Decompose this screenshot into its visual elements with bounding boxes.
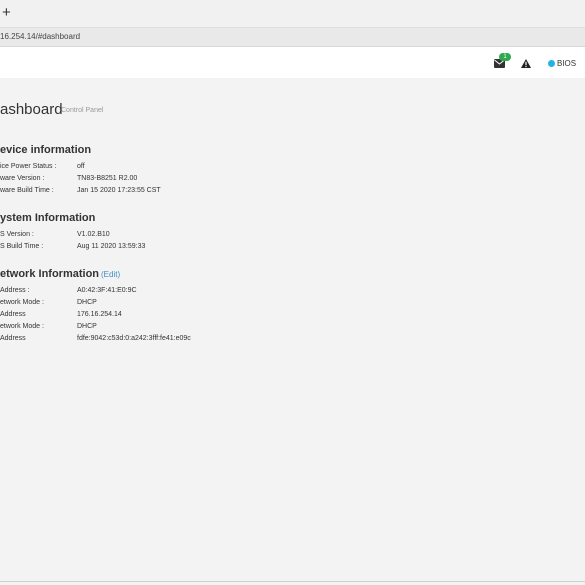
edit-network-link[interactable]: (Edit) <box>101 270 120 279</box>
system-info-title: ystem Information <box>0 212 96 224</box>
mac-address-label: Address : <box>0 287 30 294</box>
bios-status-dot <box>548 60 555 67</box>
bottom-divider <box>0 581 585 582</box>
page-subtitle: Control Panel <box>61 107 104 114</box>
url-text[interactable]: 16.254.14/#dashboard <box>0 32 80 41</box>
ipv4-address-value: 176.16.254.14 <box>77 311 122 318</box>
bios-link[interactable]: BIOS <box>557 59 576 68</box>
new-tab-button[interactable]: + <box>2 5 11 20</box>
ipv6-address-value: fdfe:9042:c53d:0:a242:3fff:fe41:e09c <box>77 335 191 342</box>
page-title: ashboard <box>0 101 63 118</box>
bios-version-label: S Version : <box>0 231 34 238</box>
firmware-build-time-value: Jan 15 2020 17:23:55 CST <box>77 187 161 194</box>
ipv4-network-mode-value: DHCP <box>77 299 97 306</box>
device-power-status-label: ice Power Status : <box>0 163 57 170</box>
warning-icon[interactable] <box>521 59 531 68</box>
ipv4-address-label: Address <box>0 311 26 318</box>
bios-build-time-label: S Build Time : <box>0 243 44 250</box>
ipv6-address-label: Address <box>0 335 26 342</box>
browser-tab-strip: + <box>0 0 585 28</box>
network-info-title-text: etwork Information <box>0 268 100 280</box>
firmware-version-label: ware Version : <box>0 175 45 182</box>
mac-address-value: A0:42:3F:41:E0:9C <box>77 287 137 294</box>
ipv4-network-mode-label: etwork Mode : <box>0 299 44 306</box>
ipv6-network-mode-label: etwork Mode : <box>0 323 44 330</box>
ipv6-network-mode-value: DHCP <box>77 323 97 330</box>
address-bar[interactable]: 16.254.14/#dashboard <box>0 28 585 47</box>
bios-version-value: V1.02.B10 <box>77 231 110 238</box>
firmware-version-value: TN83-B8251 R2.00 <box>77 175 138 182</box>
network-info-title: etwork Information (Edit) <box>0 268 120 280</box>
device-power-status-value: off <box>77 163 85 170</box>
device-info-title: evice information <box>0 144 92 156</box>
firmware-build-time-label: ware Build Time : <box>0 187 54 194</box>
notification-badge: 1 <box>499 53 511 61</box>
bios-build-time-value: Aug 11 2020 13:59:33 <box>77 243 146 250</box>
